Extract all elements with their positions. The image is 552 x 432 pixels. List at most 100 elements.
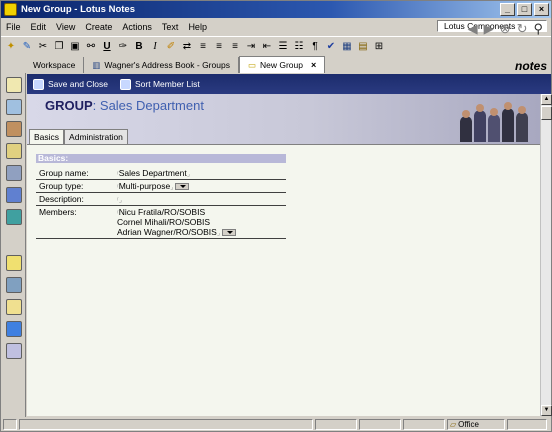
tab-basics[interactable]: Basics (29, 129, 65, 144)
members-field[interactable]: ʳNicu Fratila/RO/SOBIS Cornel Mihali/RO/… (117, 207, 286, 237)
bullet-list-icon[interactable]: ☰ (276, 39, 290, 53)
window-tab-row: Workspace ▥ Wagner's Address Book - Grou… (25, 55, 551, 73)
members-dropdown-icon[interactable] (222, 229, 237, 237)
status-style-area[interactable] (403, 418, 445, 430)
menu-edit[interactable]: Edit (26, 22, 52, 32)
bookmark-history-icon[interactable] (6, 343, 22, 359)
bookmark-bar (1, 73, 26, 417)
tab-administration[interactable]: Administration (64, 129, 128, 144)
tab-label: New Group (259, 60, 303, 70)
tab-new-group[interactable]: ▭ New Group × (238, 56, 326, 73)
title-bar: New Group - Lotus Notes _ □ × (1, 1, 551, 18)
link-icon[interactable]: ⚯ (84, 39, 98, 53)
underline-icon[interactable]: U (100, 39, 114, 53)
status-font-area[interactable] (315, 418, 357, 430)
bookmark-mail-icon[interactable] (6, 77, 22, 93)
sort-member-list-label: Sort Member List (135, 79, 200, 89)
italic-icon[interactable]: I (148, 39, 162, 53)
paste-icon[interactable]: ▣ (68, 39, 82, 53)
form-banner: GROUP: Sales Department Basics Administr… (27, 94, 540, 144)
vertical-scrollbar[interactable]: ▲ ▼ (540, 94, 552, 416)
basics-form: Basics: Group name: ʳSales Department⌟ G… (36, 154, 286, 239)
scissors-icon[interactable]: ✂ (36, 39, 50, 53)
address-book-icon: ▥ (92, 59, 101, 70)
search-icon[interactable]: ⚲ (533, 21, 543, 37)
status-mail-area[interactable] (507, 418, 547, 430)
smarticon-edit-icon[interactable]: ✎ (20, 39, 34, 53)
location-selector[interactable]: ▱ Office (447, 418, 505, 430)
group-type-field[interactable]: ʳMulti-purpose⌟ (117, 181, 286, 191)
smarticon-refresh-icon[interactable]: ✦ (4, 39, 18, 53)
group-name-field[interactable]: ʳSales Department⌟ (117, 168, 286, 178)
bookmark-replicator-icon[interactable] (6, 165, 22, 181)
members-label: Members: (39, 207, 77, 217)
bold-icon[interactable]: B (132, 39, 146, 53)
outdent-icon[interactable]: ⇤ (260, 39, 274, 53)
section-header: Basics: (36, 154, 286, 163)
align-left-icon[interactable]: ≡ (196, 39, 210, 53)
spell-check-icon[interactable]: ✔ (324, 39, 338, 53)
minimize-button[interactable]: _ (500, 3, 515, 16)
close-tab-icon[interactable]: × (311, 60, 316, 70)
business-people-image (456, 98, 534, 142)
bookmark-address-book-icon[interactable] (6, 121, 22, 137)
description-row: Description: ʳ⌟ (36, 193, 286, 206)
menu-view[interactable]: View (51, 22, 80, 32)
page-title: GROUP: Sales Department (45, 98, 204, 113)
stop-icon[interactable]: ⊗ (500, 21, 511, 37)
members-row: Members: ʳNicu Fratila/RO/SOBIS Cornel M… (36, 206, 286, 239)
table-icon[interactable]: ▦ (340, 39, 354, 53)
description-field[interactable]: ʳ⌟ (117, 194, 286, 204)
properties-icon[interactable]: ⊞ (372, 39, 386, 53)
menu-file[interactable]: File (1, 22, 26, 32)
scroll-up-icon[interactable]: ▲ (541, 94, 552, 105)
bookmark-folder-icon[interactable] (6, 299, 22, 315)
status-size-area[interactable] (359, 418, 401, 430)
number-list-icon[interactable]: ☷ (292, 39, 306, 53)
bookmark-databases-icon[interactable] (6, 277, 22, 293)
group-document: GROUP: Sales Department Basics Administr… (27, 94, 540, 416)
navigation-buttons: ◀ ▶ ⊗ ↻ ⚲ (468, 21, 543, 37)
refresh-icon[interactable]: ↻ (517, 21, 528, 37)
menu-text[interactable]: Text (157, 22, 184, 32)
bookmark-browser-icon[interactable] (6, 321, 22, 337)
attach-icon[interactable]: ✑ (116, 39, 130, 53)
group-name-label: Group name: (39, 168, 89, 178)
copy-icon[interactable]: ❐ (52, 39, 66, 53)
bookmark-todo-icon[interactable] (6, 143, 22, 159)
highlighter-icon[interactable]: ✐ (164, 39, 178, 53)
menu-create[interactable]: Create (80, 22, 117, 32)
text-color-icon[interactable]: ⇄ (180, 39, 194, 53)
menu-actions[interactable]: Actions (117, 22, 157, 32)
tab-address-book[interactable]: ▥ Wagner's Address Book - Groups (84, 57, 239, 73)
paragraph-style-icon[interactable]: ¶ (308, 39, 322, 53)
save-and-close-button[interactable]: Save and Close (33, 78, 108, 90)
group-type-value: Multi-purpose (118, 181, 171, 191)
notes-brand-logo: notes (514, 59, 547, 73)
menu-help[interactable]: Help (183, 22, 212, 32)
maximize-button[interactable]: □ (517, 3, 532, 16)
bookmark-web-icon[interactable] (6, 187, 22, 203)
bookmark-calendar-icon[interactable] (6, 99, 22, 115)
image-icon[interactable]: ▤ (356, 39, 370, 53)
align-right-icon[interactable]: ≡ (228, 39, 242, 53)
close-window-button[interactable]: × (534, 3, 549, 16)
tab-workspace[interactable]: Workspace (25, 57, 85, 73)
forward-arrow-icon[interactable]: ▶ (484, 21, 494, 37)
bookmark-internet-icon[interactable] (6, 209, 22, 225)
bookmark-favorites-icon[interactable] (6, 255, 22, 271)
group-type-label: Group type: (39, 181, 84, 191)
sort-member-list-button[interactable]: Sort Member List (120, 78, 200, 90)
back-arrow-icon[interactable]: ◀ (468, 21, 478, 37)
lotus-notes-app-icon[interactable] (4, 3, 17, 16)
group-heading-name: : Sales Department (92, 98, 204, 113)
member-name: Adrian Wagner/RO/SOBIS (117, 227, 217, 237)
group-type-dropdown-icon[interactable] (175, 183, 190, 191)
smarticon-toolbar: ✦ ✎ ✂ ❐ ▣ ⚯ U ✑ B I ✐ ⇄ ≡ ≡ ≡ ⇥ ⇤ ☰ ☷ ¶ … (1, 36, 551, 55)
scroll-down-icon[interactable]: ▼ (541, 405, 552, 416)
action-bar: Save and Close Sort Member List (27, 74, 551, 94)
tab-label: Workspace (33, 60, 76, 70)
scroll-thumb[interactable] (541, 106, 552, 120)
align-center-icon[interactable]: ≡ (212, 39, 226, 53)
indent-icon[interactable]: ⇥ (244, 39, 258, 53)
